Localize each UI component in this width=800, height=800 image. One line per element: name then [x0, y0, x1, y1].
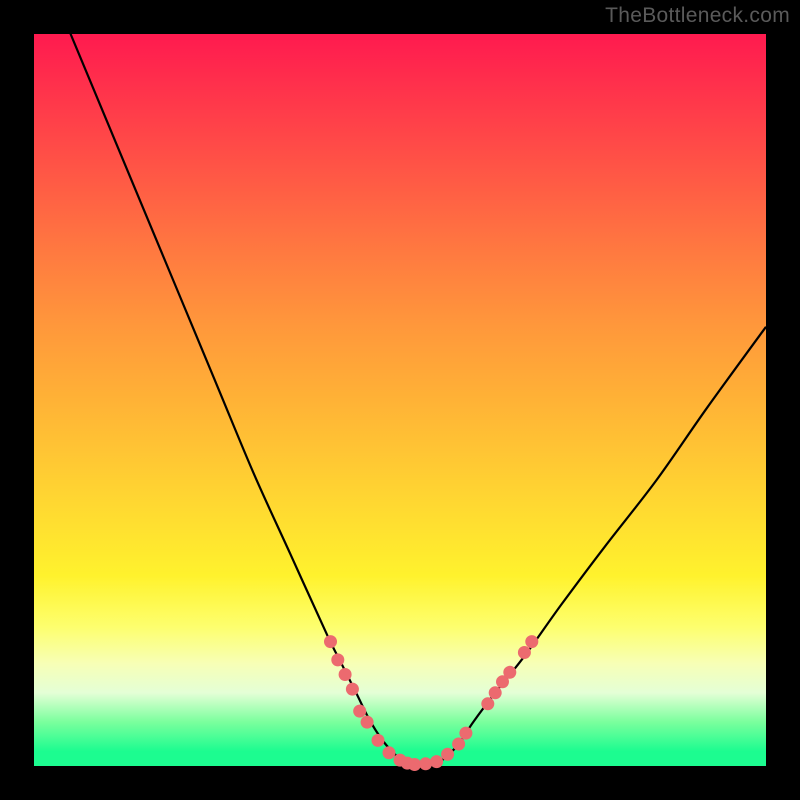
- plot-area: [34, 34, 766, 766]
- scatter-point: [339, 668, 352, 681]
- scatter-point: [441, 748, 454, 761]
- chart-frame: TheBottleneck.com: [0, 0, 800, 800]
- scatter-points: [324, 635, 538, 771]
- scatter-point: [481, 697, 494, 710]
- scatter-point: [459, 727, 472, 740]
- scatter-point: [419, 757, 432, 770]
- bottleneck-curve: [34, 0, 766, 767]
- scatter-point: [383, 746, 396, 759]
- scatter-point: [452, 738, 465, 751]
- scatter-point: [518, 646, 531, 659]
- chart-svg: [34, 34, 766, 766]
- scatter-point: [353, 705, 366, 718]
- scatter-point: [361, 716, 374, 729]
- scatter-point: [346, 683, 359, 696]
- scatter-point: [324, 635, 337, 648]
- scatter-point: [372, 734, 385, 747]
- scatter-point: [503, 666, 516, 679]
- scatter-point: [430, 755, 443, 768]
- scatter-point: [331, 653, 344, 666]
- watermark-text: TheBottleneck.com: [605, 4, 790, 28]
- scatter-point: [489, 686, 502, 699]
- scatter-point: [525, 635, 538, 648]
